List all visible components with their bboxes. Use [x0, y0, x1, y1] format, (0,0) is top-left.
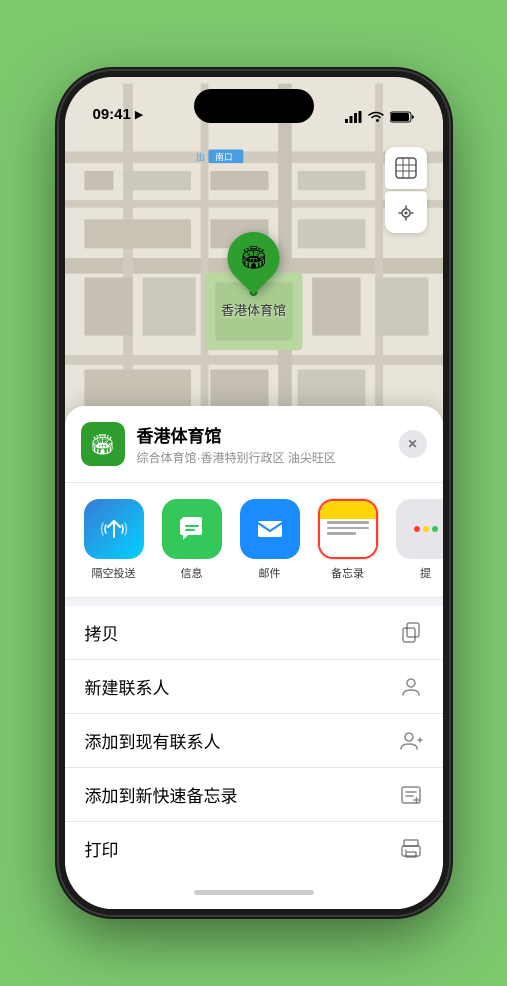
new-contact-label: 新建联系人 — [85, 674, 170, 699]
copy-icon — [399, 621, 423, 645]
action-list: 拷贝 新建联系人 添加到现有联系人 — [65, 606, 443, 875]
share-item-airdrop[interactable]: 隔空投送 — [81, 499, 147, 581]
notes-icon-container — [318, 499, 378, 559]
message-icon — [162, 499, 222, 559]
add-quick-note-label: 添加到新快速备忘录 — [85, 782, 238, 807]
quick-note-icon — [399, 783, 423, 807]
pin-label: 香港体育馆 — [221, 300, 286, 319]
action-add-quick-note[interactable]: 添加到新快速备忘录 — [65, 768, 443, 822]
more-label: 提 — [420, 565, 431, 581]
pin-stadium-icon: 🏟 — [240, 245, 268, 271]
message-label: 信息 — [181, 565, 203, 581]
location-subtitle: 综合体育馆·香港特别行政区 油尖旺区 — [137, 449, 336, 466]
location-logo: 🏟 — [81, 422, 125, 466]
notes-lines — [320, 501, 376, 539]
action-add-existing[interactable]: 添加到现有联系人 — [65, 714, 443, 768]
svg-text:南口: 南口 — [215, 151, 232, 162]
mail-icon — [240, 499, 300, 559]
airdrop-icon — [84, 499, 144, 559]
add-existing-label: 添加到现有联系人 — [85, 728, 221, 753]
notes-line-3 — [327, 532, 356, 535]
location-text: 香港体育馆 综合体育馆·香港特别行政区 油尖旺区 — [137, 422, 336, 466]
close-button[interactable]: ✕ — [399, 430, 427, 458]
home-bar — [194, 890, 314, 895]
status-icons — [345, 111, 415, 123]
signal-icon — [345, 111, 362, 123]
notes-label: 备忘录 — [331, 565, 364, 581]
share-item-more[interactable]: 提 — [393, 499, 443, 581]
location-logo-icon: 🏟 — [90, 432, 115, 457]
home-indicator — [65, 875, 443, 909]
location-name: 香港体育馆 — [137, 422, 336, 447]
battery-icon — [390, 111, 415, 123]
wifi-icon — [368, 111, 384, 123]
location-info: 🏟 香港体育馆 综合体育馆·香港特别行政区 油尖旺区 — [81, 422, 336, 466]
airdrop-label: 隔空投送 — [92, 565, 136, 581]
bottom-sheet: 🏟 香港体育馆 综合体育馆·香港特别行政区 油尖旺区 ✕ — [65, 406, 443, 909]
mail-label: 邮件 — [259, 565, 281, 581]
share-item-notes[interactable]: 备忘录 — [315, 499, 381, 581]
action-new-contact[interactable]: 新建联系人 — [65, 660, 443, 714]
notes-icon-bg — [320, 501, 376, 557]
location-arrow-icon: ▶ — [135, 108, 143, 121]
location-pin: 🏟 香港体育馆 — [221, 232, 286, 319]
close-icon: ✕ — [407, 437, 417, 451]
share-item-mail[interactable]: 邮件 — [237, 499, 303, 581]
print-label: 打印 — [85, 836, 119, 861]
map-controls — [385, 147, 427, 233]
location-card: 🏟 香港体育馆 综合体育馆·香港特别行政区 油尖旺区 ✕ — [65, 406, 443, 483]
more-icon-container — [396, 499, 443, 559]
new-contact-icon — [399, 675, 423, 699]
phone-screen: 09:41 ▶ — [65, 77, 443, 909]
location-button[interactable] — [385, 191, 427, 233]
share-row: 隔空投送 信息 — [65, 483, 443, 598]
phone-frame: 09:41 ▶ — [59, 71, 449, 915]
copy-label: 拷贝 — [85, 620, 119, 645]
add-existing-icon — [399, 729, 423, 753]
map-type-button[interactable] — [385, 147, 427, 189]
svg-text:出: 出 — [195, 151, 204, 162]
status-time: 09:41 — [93, 106, 131, 123]
action-print[interactable]: 打印 — [65, 822, 443, 875]
notes-line-2 — [327, 527, 369, 530]
notes-line-1 — [327, 521, 369, 524]
dynamic-island — [194, 89, 314, 123]
print-icon — [399, 837, 423, 861]
action-copy[interactable]: 拷贝 — [65, 606, 443, 660]
share-item-message[interactable]: 信息 — [159, 499, 225, 581]
